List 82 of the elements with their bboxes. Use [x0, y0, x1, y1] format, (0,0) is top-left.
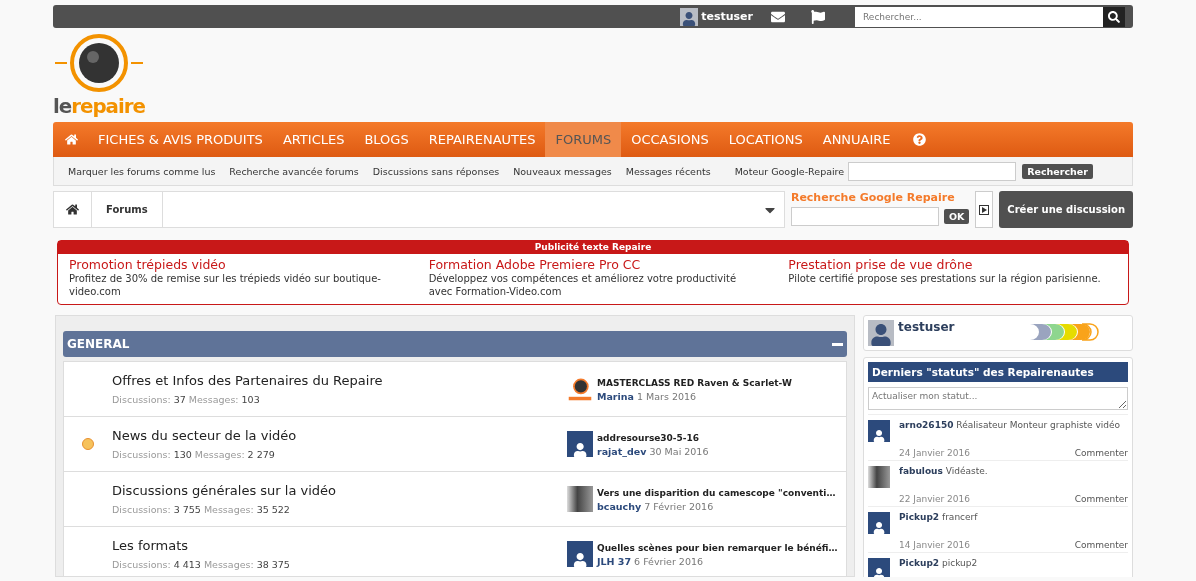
ad-title-link[interactable]: Formation Adobe Premiere Pro CC: [428, 257, 759, 272]
google-search-field[interactable]: [848, 161, 1017, 181]
stat-value: 3 755: [173, 504, 201, 515]
search-icon[interactable]: [1103, 6, 1125, 27]
search-field[interactable]: Rechercher...: [855, 6, 1103, 27]
forum-title-link[interactable]: Discussions générales sur la vidéo: [112, 483, 567, 498]
username-link[interactable]: testuser: [701, 10, 753, 23]
logo-drawing[interactable]: lerepaire: [53, 33, 149, 117]
play-button[interactable]: [975, 191, 994, 228]
google-search-label: Moteur Google-Repaire: [734, 165, 845, 177]
user-link[interactable]: JLH 37: [597, 555, 632, 567]
status-date: 22 Janvier 2016: [899, 494, 970, 504]
ok-button[interactable]: OK: [943, 209, 970, 224]
status-text: Pickup2 pickup2: [899, 558, 979, 570]
photo-placeholder: [868, 466, 890, 488]
status-text: arno26150 Réalisateur Monteur graphiste vidéo: [899, 420, 1122, 432]
last-post-link[interactable]: MASTERCLASS RED Raven & Scarlet-W: [597, 376, 792, 389]
avatar-icon: [567, 431, 593, 457]
stat-value: 37: [173, 394, 186, 405]
sub-nav-link[interactable]: Discussions sans réponses: [372, 165, 500, 177]
logo-avatar-icon: [567, 376, 593, 402]
stat-label: Messages:: [203, 504, 254, 515]
avatar-icon: [868, 320, 894, 346]
ad-header: Publicité texte Repaire: [58, 241, 1128, 254]
comment-link[interactable]: Commenter: [1074, 494, 1128, 504]
status-field[interactable]: Actualiser mon statut...: [868, 387, 1128, 410]
sub-nav-link[interactable]: Messages récents: [625, 165, 711, 177]
stat-value: 130: [173, 449, 192, 460]
post-date: 7 Février 2016: [644, 500, 714, 512]
play-icon: [979, 204, 990, 215]
breadcrumb-link[interactable]: Forums: [92, 192, 163, 227]
sub-nav-link[interactable]: Recherche avancée forums: [229, 165, 359, 177]
collapse-icon[interactable]: [832, 342, 843, 346]
sub-nav-link[interactable]: Nouveaux messages: [513, 165, 612, 177]
stat-label: Messages:: [188, 394, 239, 405]
stat-value: 38 375: [256, 559, 290, 570]
stat-label: Messages:: [194, 449, 245, 460]
forum-title-link[interactable]: Offres et Infos des Partenaires du Repaire: [112, 373, 567, 388]
ad-text: Pilote certifié propose ses prestations sur la région parisienne.: [788, 272, 1102, 285]
stat-value: 2 279: [247, 449, 275, 460]
sub-nav-link[interactable]: Marquer les forums comme lus: [68, 165, 216, 177]
last-post-link[interactable]: Quelles scènes pour bien remarquer le bénéfi…: [597, 541, 838, 554]
last-post-link[interactable]: addresourse30-5-16: [597, 431, 700, 444]
stat-label: Messages:: [203, 559, 254, 570]
username-link[interactable]: testuser: [898, 320, 1026, 334]
status-text: fabulous Vidéaste.: [899, 466, 989, 478]
stat-label: Discussions:: [112, 449, 171, 460]
ad-text: Profitez de 30% de remise sur les trépieds vidéo sur boutique-video.com: [69, 272, 382, 298]
ad-title-link[interactable]: Prestation prise de vue drône: [788, 257, 1118, 272]
photo-placeholder: [567, 486, 593, 512]
post-date: 30 Mai 2016: [649, 445, 709, 457]
status-date: 14 Janvier 2016: [899, 540, 970, 550]
ad-title-link[interactable]: Promotion trépieds vidéo: [69, 257, 399, 272]
avatar-icon: [567, 541, 593, 567]
stat-label: Discussions:: [112, 559, 171, 570]
ad-text: Développez vos compétences et améliorez votre productivité avec Formation-Video.com: [428, 272, 738, 298]
post-date: 6 Février 2016: [634, 555, 704, 567]
status-text: Pickup2 francerf: [899, 512, 979, 524]
comment-link[interactable]: Commenter: [1074, 448, 1128, 458]
search-button[interactable]: Rechercher: [1022, 163, 1093, 179]
stat-value: 35 522: [256, 504, 290, 515]
category-title[interactable]: GENERAL: [67, 337, 130, 351]
avatar-icon: [868, 420, 890, 442]
post-date: 1 Mars 2016: [637, 390, 697, 402]
comment-link[interactable]: Commenter: [1074, 540, 1128, 550]
avatar-icon: [680, 7, 699, 26]
google-search-field[interactable]: [790, 207, 939, 226]
stat-label: Discussions:: [112, 504, 171, 515]
user-link[interactable]: Marina: [597, 390, 634, 402]
forum-title-link[interactable]: News du secteur de la vidéo: [112, 428, 567, 443]
stat-label: Discussions:: [112, 394, 171, 405]
create-discussion-button[interactable]: Créer une discussion: [999, 191, 1133, 228]
last-post-link[interactable]: Vers une disparition du camescope "conventi…: [597, 486, 836, 499]
user-link[interactable]: bcauchy: [597, 500, 642, 512]
avatar-icon: [868, 512, 890, 534]
stat-value: 103: [241, 394, 260, 405]
status-date: 24 Janvier 2016: [899, 448, 970, 458]
user-link[interactable]: rajat_dev: [597, 445, 647, 457]
panel-title: Derniers "statuts" des Repairenautes: [868, 362, 1128, 382]
google-search-title: Recherche Google Repaire: [790, 191, 956, 204]
forum-title-link[interactable]: Les formats: [112, 538, 567, 553]
stat-value: 4 413: [173, 559, 201, 570]
